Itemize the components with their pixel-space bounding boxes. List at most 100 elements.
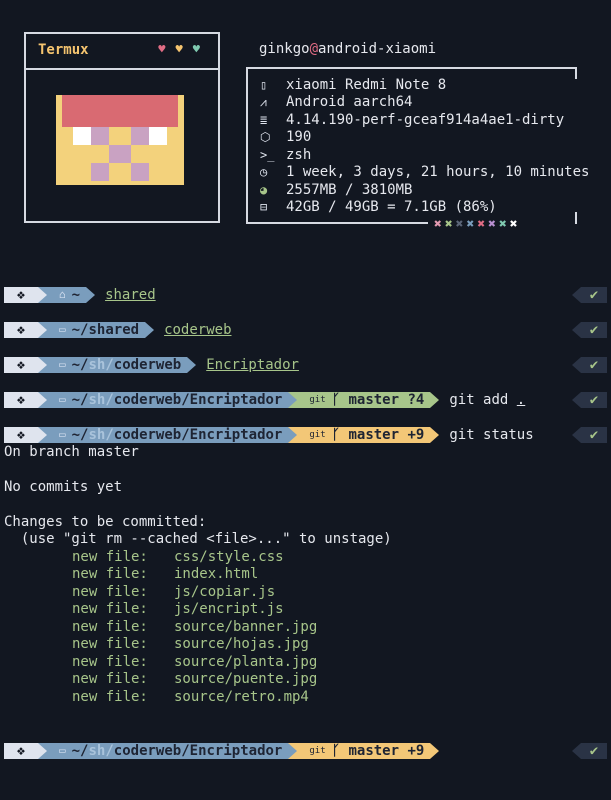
output-line: On branch master — [4, 444, 139, 460]
path-abbrev: sh/ — [88, 357, 114, 373]
check-icon: ✔ — [581, 357, 607, 373]
path-current: shared — [88, 322, 140, 338]
git-status: +9 — [407, 743, 425, 759]
git-segment: git ᚴ master ?4 — [297, 392, 431, 408]
folder-icon: ▭ — [59, 428, 66, 441]
palette-swatch: ✖ — [466, 217, 478, 232]
info-row-uptime: ◷ 1 week, 3 days, 21 hours, 10 minutes — [260, 164, 589, 181]
output-line: (use "git rm --cached <file>..." to unst… — [4, 531, 392, 547]
os-icon: ❖ — [16, 287, 26, 303]
shell-icon: >_ — [260, 148, 275, 162]
path-text: ~ — [71, 287, 81, 303]
powerline-separator — [38, 357, 47, 373]
user-host: ginkgo@android-xiaomi — [259, 41, 436, 57]
command-name: git add — [449, 392, 509, 408]
memory-icon: ◕ — [260, 183, 268, 197]
git-status: +9 — [407, 427, 425, 443]
branch-icon: ᚴ — [331, 427, 341, 443]
os-icon: ❖ — [16, 322, 26, 338]
frame-corner — [575, 67, 577, 79]
path-segment: ▭ ~/sh/coderweb — [47, 357, 188, 373]
new-file-label: new file: — [72, 549, 148, 565]
path-current: coderweb — [113, 357, 182, 373]
termux-logo-box: Termux ♥♥♥ — [24, 32, 220, 223]
git-segment: git ᚴ master +9 — [297, 427, 431, 443]
new-file-label: new file: — [72, 654, 148, 670]
os-segment: ❖ — [4, 427, 38, 443]
new-file-label: new file: — [72, 636, 148, 652]
disk-icon: ⊟ — [260, 200, 268, 214]
clock-icon: ◷ — [260, 165, 268, 179]
command-text: shared — [105, 287, 156, 303]
powerline-separator — [430, 427, 440, 443]
path-abbrev: sh/ — [88, 743, 114, 759]
palette-swatch: ✖ — [509, 217, 521, 232]
frame-bottom-border — [248, 222, 428, 224]
file-path: source/banner.jpg — [174, 619, 318, 635]
phone-icon: ▯ — [260, 78, 268, 92]
path-text: ~/ — [71, 357, 89, 373]
git-branch: master — [348, 392, 400, 408]
os-segment: ❖ — [4, 287, 38, 303]
command-text: coderweb — [164, 322, 232, 338]
new-file-label: new file: — [72, 689, 148, 705]
command-text: git status — [449, 427, 534, 443]
at-sign: @ — [309, 41, 319, 57]
os-icon: ❖ — [16, 357, 26, 373]
powerline-separator — [38, 322, 47, 338]
color-palette: ✖✖✖✖✖✖✖✖ — [434, 217, 521, 232]
palette-swatch: ✖ — [488, 217, 499, 232]
path-segment: ▭ ~/shared — [47, 322, 146, 338]
heart-icon: ♥ — [158, 42, 176, 56]
path-current: coderweb/Encriptador — [113, 392, 283, 408]
username: ginkgo — [259, 41, 310, 57]
check-icon: ✔ — [581, 743, 607, 759]
home-icon: ⌂ — [59, 288, 66, 301]
prompt-line[interactable]: ❖ ▭ ~/sh/coderweb/Encriptador git ᚴ master… — [4, 743, 440, 759]
heart-icon: ♥ — [175, 42, 193, 56]
folder-icon: ▭ — [59, 358, 66, 371]
path-abbrev: sh/ — [88, 427, 114, 443]
path-text: ~/ — [71, 743, 89, 759]
path-text: ~/ — [71, 322, 89, 338]
file-path: source/planta.jpg — [174, 654, 318, 670]
prompt-line: ❖ ▭ ~/shared coderweb — [4, 322, 232, 338]
file-path: index.html — [174, 566, 259, 582]
status-badge: ✔ — [572, 322, 607, 338]
pixel-face-icon — [56, 95, 184, 185]
powerline-separator — [38, 427, 47, 443]
info-row-device: ▯ xiaomi Redmi Note 8 — [260, 77, 446, 94]
prompt-line: ❖ ⌂ ~ shared — [4, 287, 156, 303]
folder-icon: ▭ — [59, 323, 66, 336]
git-branch: master — [348, 743, 400, 759]
powerline-separator — [187, 357, 197, 373]
info-disk-text: 42GB / 49GB = 7.1GB (86%) — [286, 199, 497, 215]
powerline-separator — [38, 392, 47, 408]
os-icon: ❖ — [16, 427, 26, 443]
status-badge: ✔ — [572, 427, 607, 443]
prompt-line: ❖ ▭ ~/sh/coderweb Encriptador — [4, 357, 299, 373]
os-segment: ❖ — [4, 357, 38, 373]
status-badge: ✔ — [572, 287, 607, 303]
status-badge: ✔ — [572, 357, 607, 373]
powerline-separator — [145, 322, 155, 338]
frame-corner — [575, 212, 577, 224]
info-row-shell: >_ zsh — [260, 147, 311, 164]
folder-icon: ▭ — [59, 744, 66, 757]
check-icon: ✔ — [581, 427, 607, 443]
prompt-line: ❖ ▭ ~/sh/coderweb/Encriptador git ᚴ master… — [4, 392, 525, 408]
file-path: css/style.css — [174, 549, 284, 565]
powerline-separator — [86, 287, 96, 303]
command-arg: . — [516, 392, 526, 408]
powerline-separator — [430, 392, 440, 408]
system-info-panel: ▯ xiaomi Redmi Note 8 ⩘ Android aarch64 ≣ 4… — [246, 67, 589, 224]
folder-icon: ▭ — [59, 393, 66, 406]
new-file-label: new file: — [72, 671, 148, 687]
file-path: js/copiar.js — [174, 584, 276, 600]
info-kernel-text: 4.14.190-perf-gceaf914a4ae1-dirty — [286, 112, 565, 128]
new-file-label: new file: — [72, 566, 148, 582]
info-row-memory: ◕ 2557MB / 3810MB — [260, 182, 412, 199]
os-segment: ❖ — [4, 392, 38, 408]
hearts: ♥♥♥ — [158, 42, 210, 56]
check-icon: ✔ — [581, 392, 607, 408]
